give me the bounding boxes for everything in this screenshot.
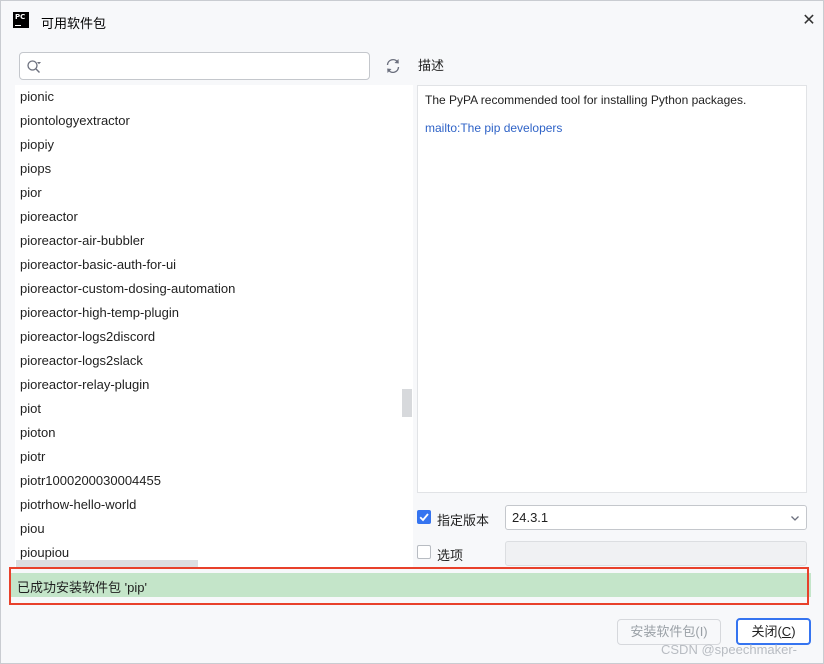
author-link[interactable]: mailto:The pip developers xyxy=(425,121,562,135)
list-item[interactable]: piou xyxy=(20,517,45,541)
search-field[interactable] xyxy=(19,52,370,80)
list-item[interactable]: piotrhow-hello-world xyxy=(20,493,136,517)
list-item[interactable]: pioreactor-logs2discord xyxy=(20,325,155,349)
list-item[interactable]: pioreactor-logs2slack xyxy=(20,349,143,373)
search-input[interactable] xyxy=(48,56,364,76)
options-label: 选项 xyxy=(437,548,464,563)
list-item[interactable]: pioreactor-high-temp-plugin xyxy=(20,301,179,325)
watermark: CSDN @speechmaker- xyxy=(661,642,798,657)
version-dropdown[interactable]: 24.3.1 xyxy=(505,505,807,530)
list-item[interactable]: pioreactor xyxy=(20,205,78,229)
package-list[interactable]: pionic piontologyextractor piopiy piops … xyxy=(15,85,413,567)
close-button-mnemonic: C xyxy=(781,624,792,639)
list-item[interactable]: piopiy xyxy=(20,133,54,157)
options-checkbox[interactable] xyxy=(417,545,431,559)
list-item[interactable]: piontologyextractor xyxy=(20,109,130,133)
list-item[interactable]: pioreactor-relay-plugin xyxy=(20,373,149,397)
list-item[interactable]: piotr xyxy=(20,445,45,469)
list-item[interactable]: piotr1000200030004455 xyxy=(20,469,161,493)
pycharm-icon: PC xyxy=(13,12,29,28)
list-item[interactable]: pior xyxy=(20,181,42,205)
version-value: 24.3.1 xyxy=(512,510,549,525)
list-item[interactable]: pionic xyxy=(20,85,54,109)
refresh-icon[interactable] xyxy=(381,54,405,78)
horizontal-scrollbar-thumb[interactable] xyxy=(16,560,198,567)
close-icon[interactable]: ✕ xyxy=(799,10,819,30)
checkmark-icon xyxy=(419,513,429,522)
list-item[interactable]: piot xyxy=(20,397,41,421)
close-button-label: 关闭( xyxy=(751,624,782,639)
list-item[interactable]: pioton xyxy=(20,421,55,445)
vertical-scrollbar-thumb[interactable] xyxy=(402,389,412,417)
close-button[interactable]: 关闭(C) xyxy=(736,618,811,645)
chevron-down-icon xyxy=(791,516,799,521)
list-item[interactable]: pioreactor-custom-dosing-automation xyxy=(20,277,235,301)
specify-version-checkbox[interactable] xyxy=(417,510,431,524)
options-input[interactable] xyxy=(505,541,807,566)
dialog-window: PC 可用软件包 ✕ pionic piontologyextractor pi… xyxy=(0,0,824,664)
list-item[interactable]: pioreactor-basic-auth-for-ui xyxy=(20,253,176,277)
title-bar: PC 可用软件包 ✕ xyxy=(1,1,823,41)
close-button-label-end: ) xyxy=(791,624,796,639)
window-title: 可用软件包 xyxy=(41,16,107,31)
description-panel: The PyPA recommended tool for installing… xyxy=(417,85,807,493)
annotation-highlight xyxy=(9,567,809,605)
description-label: 描述 xyxy=(418,58,445,73)
list-item[interactable]: pioreactor-air-bubbler xyxy=(20,229,144,253)
description-text: The PyPA recommended tool for installing… xyxy=(425,93,747,107)
list-item[interactable]: piops xyxy=(20,157,51,181)
search-icon xyxy=(27,60,41,73)
specify-version-label: 指定版本 xyxy=(437,513,490,528)
